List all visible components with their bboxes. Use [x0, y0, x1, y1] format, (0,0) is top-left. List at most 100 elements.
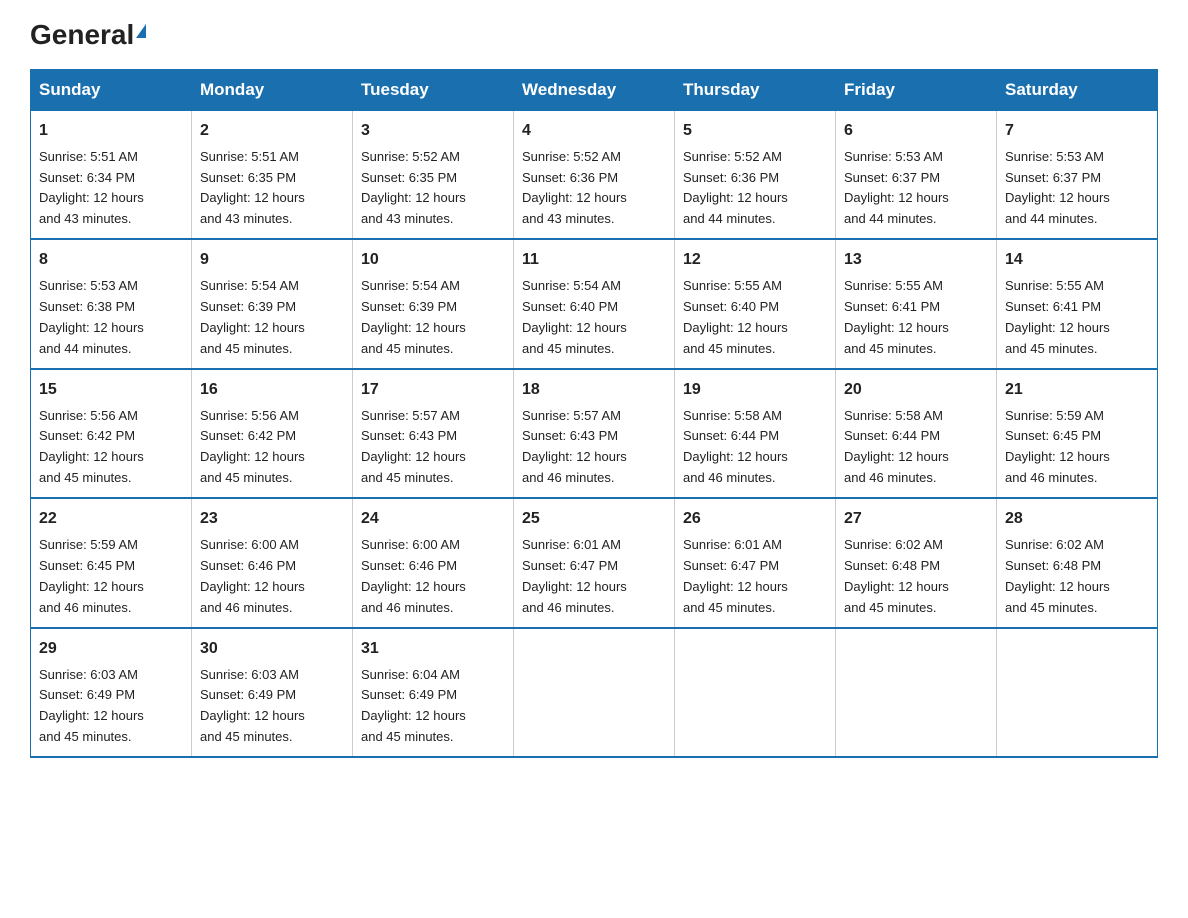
- calendar-cell: 23 Sunrise: 6:00 AMSunset: 6:46 PMDaylig…: [192, 498, 353, 627]
- day-number: 24: [361, 507, 505, 532]
- day-number: 25: [522, 507, 666, 532]
- logo-general: General: [30, 20, 134, 51]
- day-info: Sunrise: 6:04 AMSunset: 6:49 PMDaylight:…: [361, 667, 466, 745]
- weekday-header-sunday: Sunday: [31, 69, 192, 110]
- day-number: 21: [1005, 378, 1149, 403]
- weekday-header-wednesday: Wednesday: [514, 69, 675, 110]
- day-info: Sunrise: 6:02 AMSunset: 6:48 PMDaylight:…: [844, 537, 949, 615]
- day-number: 27: [844, 507, 988, 532]
- day-number: 6: [844, 119, 988, 144]
- week-row-1: 1 Sunrise: 5:51 AMSunset: 6:34 PMDayligh…: [31, 110, 1158, 239]
- day-number: 2: [200, 119, 344, 144]
- calendar-cell: 28 Sunrise: 6:02 AMSunset: 6:48 PMDaylig…: [997, 498, 1158, 627]
- calendar-cell: 16 Sunrise: 5:56 AMSunset: 6:42 PMDaylig…: [192, 369, 353, 498]
- day-number: 15: [39, 378, 183, 403]
- calendar-cell: 4 Sunrise: 5:52 AMSunset: 6:36 PMDayligh…: [514, 110, 675, 239]
- day-info: Sunrise: 5:55 AMSunset: 6:41 PMDaylight:…: [844, 278, 949, 356]
- weekday-header-row: SundayMondayTuesdayWednesdayThursdayFrid…: [31, 69, 1158, 110]
- calendar-cell: 3 Sunrise: 5:52 AMSunset: 6:35 PMDayligh…: [353, 110, 514, 239]
- day-info: Sunrise: 5:57 AMSunset: 6:43 PMDaylight:…: [361, 408, 466, 486]
- calendar-cell: 6 Sunrise: 5:53 AMSunset: 6:37 PMDayligh…: [836, 110, 997, 239]
- calendar-cell: 11 Sunrise: 5:54 AMSunset: 6:40 PMDaylig…: [514, 239, 675, 368]
- calendar-cell: 13 Sunrise: 5:55 AMSunset: 6:41 PMDaylig…: [836, 239, 997, 368]
- calendar-cell: 2 Sunrise: 5:51 AMSunset: 6:35 PMDayligh…: [192, 110, 353, 239]
- week-row-3: 15 Sunrise: 5:56 AMSunset: 6:42 PMDaylig…: [31, 369, 1158, 498]
- calendar-cell: 27 Sunrise: 6:02 AMSunset: 6:48 PMDaylig…: [836, 498, 997, 627]
- calendar-cell: 17 Sunrise: 5:57 AMSunset: 6:43 PMDaylig…: [353, 369, 514, 498]
- day-info: Sunrise: 5:53 AMSunset: 6:38 PMDaylight:…: [39, 278, 144, 356]
- day-info: Sunrise: 5:52 AMSunset: 6:35 PMDaylight:…: [361, 149, 466, 227]
- calendar-cell: 20 Sunrise: 5:58 AMSunset: 6:44 PMDaylig…: [836, 369, 997, 498]
- calendar-cell: 14 Sunrise: 5:55 AMSunset: 6:41 PMDaylig…: [997, 239, 1158, 368]
- day-info: Sunrise: 5:54 AMSunset: 6:40 PMDaylight:…: [522, 278, 627, 356]
- day-number: 3: [361, 119, 505, 144]
- day-info: Sunrise: 5:51 AMSunset: 6:34 PMDaylight:…: [39, 149, 144, 227]
- day-info: Sunrise: 5:55 AMSunset: 6:41 PMDaylight:…: [1005, 278, 1110, 356]
- day-number: 17: [361, 378, 505, 403]
- day-info: Sunrise: 5:56 AMSunset: 6:42 PMDaylight:…: [200, 408, 305, 486]
- calendar-cell: 1 Sunrise: 5:51 AMSunset: 6:34 PMDayligh…: [31, 110, 192, 239]
- logo-triangle-icon: [136, 24, 146, 38]
- day-info: Sunrise: 5:54 AMSunset: 6:39 PMDaylight:…: [361, 278, 466, 356]
- calendar-cell: 19 Sunrise: 5:58 AMSunset: 6:44 PMDaylig…: [675, 369, 836, 498]
- calendar-cell: [514, 628, 675, 757]
- day-info: Sunrise: 5:53 AMSunset: 6:37 PMDaylight:…: [844, 149, 949, 227]
- day-info: Sunrise: 6:00 AMSunset: 6:46 PMDaylight:…: [361, 537, 466, 615]
- calendar-cell: 12 Sunrise: 5:55 AMSunset: 6:40 PMDaylig…: [675, 239, 836, 368]
- weekday-header-thursday: Thursday: [675, 69, 836, 110]
- day-info: Sunrise: 5:53 AMSunset: 6:37 PMDaylight:…: [1005, 149, 1110, 227]
- day-number: 23: [200, 507, 344, 532]
- day-number: 20: [844, 378, 988, 403]
- day-info: Sunrise: 5:56 AMSunset: 6:42 PMDaylight:…: [39, 408, 144, 486]
- calendar-cell: 24 Sunrise: 6:00 AMSunset: 6:46 PMDaylig…: [353, 498, 514, 627]
- day-number: 18: [522, 378, 666, 403]
- day-info: Sunrise: 5:52 AMSunset: 6:36 PMDaylight:…: [683, 149, 788, 227]
- day-number: 7: [1005, 119, 1149, 144]
- calendar-cell: 30 Sunrise: 6:03 AMSunset: 6:49 PMDaylig…: [192, 628, 353, 757]
- day-info: Sunrise: 5:54 AMSunset: 6:39 PMDaylight:…: [200, 278, 305, 356]
- day-info: Sunrise: 6:00 AMSunset: 6:46 PMDaylight:…: [200, 537, 305, 615]
- week-row-4: 22 Sunrise: 5:59 AMSunset: 6:45 PMDaylig…: [31, 498, 1158, 627]
- calendar-cell: 26 Sunrise: 6:01 AMSunset: 6:47 PMDaylig…: [675, 498, 836, 627]
- day-info: Sunrise: 5:58 AMSunset: 6:44 PMDaylight:…: [844, 408, 949, 486]
- calendar-cell: [675, 628, 836, 757]
- page-header: General: [30, 20, 1158, 51]
- day-number: 26: [683, 507, 827, 532]
- calendar-cell: 22 Sunrise: 5:59 AMSunset: 6:45 PMDaylig…: [31, 498, 192, 627]
- day-number: 11: [522, 248, 666, 273]
- day-number: 14: [1005, 248, 1149, 273]
- calendar-cell: 10 Sunrise: 5:54 AMSunset: 6:39 PMDaylig…: [353, 239, 514, 368]
- week-row-2: 8 Sunrise: 5:53 AMSunset: 6:38 PMDayligh…: [31, 239, 1158, 368]
- calendar-table: SundayMondayTuesdayWednesdayThursdayFrid…: [30, 69, 1158, 758]
- day-number: 29: [39, 637, 183, 662]
- day-info: Sunrise: 5:58 AMSunset: 6:44 PMDaylight:…: [683, 408, 788, 486]
- day-number: 4: [522, 119, 666, 144]
- day-info: Sunrise: 5:51 AMSunset: 6:35 PMDaylight:…: [200, 149, 305, 227]
- week-row-5: 29 Sunrise: 6:03 AMSunset: 6:49 PMDaylig…: [31, 628, 1158, 757]
- day-info: Sunrise: 5:59 AMSunset: 6:45 PMDaylight:…: [1005, 408, 1110, 486]
- calendar-cell: 5 Sunrise: 5:52 AMSunset: 6:36 PMDayligh…: [675, 110, 836, 239]
- day-info: Sunrise: 6:01 AMSunset: 6:47 PMDaylight:…: [522, 537, 627, 615]
- calendar-cell: 18 Sunrise: 5:57 AMSunset: 6:43 PMDaylig…: [514, 369, 675, 498]
- calendar-cell: 25 Sunrise: 6:01 AMSunset: 6:47 PMDaylig…: [514, 498, 675, 627]
- day-number: 31: [361, 637, 505, 662]
- day-info: Sunrise: 5:59 AMSunset: 6:45 PMDaylight:…: [39, 537, 144, 615]
- calendar-cell: 21 Sunrise: 5:59 AMSunset: 6:45 PMDaylig…: [997, 369, 1158, 498]
- calendar-cell: 7 Sunrise: 5:53 AMSunset: 6:37 PMDayligh…: [997, 110, 1158, 239]
- weekday-header-tuesday: Tuesday: [353, 69, 514, 110]
- calendar-cell: 15 Sunrise: 5:56 AMSunset: 6:42 PMDaylig…: [31, 369, 192, 498]
- day-number: 19: [683, 378, 827, 403]
- calendar-cell: 8 Sunrise: 5:53 AMSunset: 6:38 PMDayligh…: [31, 239, 192, 368]
- day-number: 28: [1005, 507, 1149, 532]
- day-info: Sunrise: 6:01 AMSunset: 6:47 PMDaylight:…: [683, 537, 788, 615]
- weekday-header-friday: Friday: [836, 69, 997, 110]
- weekday-header-saturday: Saturday: [997, 69, 1158, 110]
- calendar-cell: [997, 628, 1158, 757]
- day-number: 30: [200, 637, 344, 662]
- day-number: 10: [361, 248, 505, 273]
- day-number: 22: [39, 507, 183, 532]
- day-number: 16: [200, 378, 344, 403]
- day-info: Sunrise: 6:03 AMSunset: 6:49 PMDaylight:…: [39, 667, 144, 745]
- day-info: Sunrise: 5:55 AMSunset: 6:40 PMDaylight:…: [683, 278, 788, 356]
- day-info: Sunrise: 6:03 AMSunset: 6:49 PMDaylight:…: [200, 667, 305, 745]
